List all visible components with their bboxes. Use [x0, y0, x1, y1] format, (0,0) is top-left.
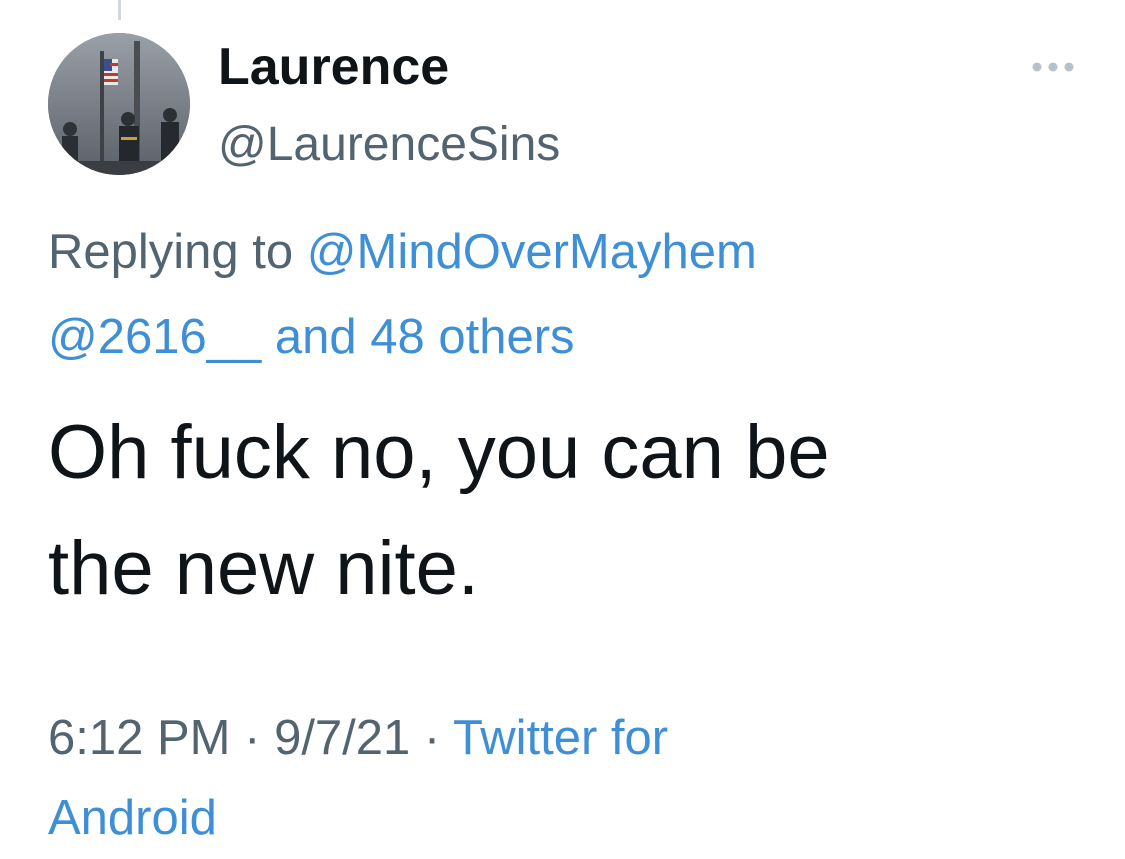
tweet-text-line: the new nite. — [48, 526, 479, 611]
tweet-body-text: Oh fuck no, you can be the new nite. — [48, 395, 1088, 627]
author-display-name[interactable]: Laurence — [218, 38, 449, 98]
avatar[interactable] — [48, 33, 190, 175]
tweet-date[interactable]: 9/7/21 — [274, 711, 410, 765]
tweet-metadata: 6:12 PM · 9/7/21 · Twitter for Android — [48, 698, 1088, 858]
tweet-time[interactable]: 6:12 PM — [48, 711, 230, 765]
mention-link[interactable]: @2616__ — [48, 310, 261, 364]
replying-to-label: Replying to — [48, 225, 294, 279]
tweet-text-line: Oh fuck no, you can be — [48, 410, 830, 495]
replying-to-context: Replying to @MindOverMayhem @2616__ and … — [48, 210, 1088, 380]
avatar-photo-icon — [48, 33, 190, 175]
tweet-card: Laurence @LaurenceSins Replying to @Mind… — [0, 0, 1125, 859]
mention-link[interactable]: @MindOverMayhem — [307, 225, 757, 279]
more-options-icon[interactable] — [1030, 58, 1076, 76]
meta-separator: · — [244, 711, 261, 765]
flag-icon — [104, 59, 118, 85]
author-handle[interactable]: @LaurenceSins — [218, 117, 560, 172]
others-link[interactable]: and 48 others — [275, 310, 575, 364]
meta-separator: · — [423, 711, 441, 765]
tweet-source-link[interactable]: Android — [48, 791, 217, 845]
tweet-source-link[interactable]: Twitter for — [453, 711, 668, 765]
thread-connector-line — [118, 0, 121, 20]
